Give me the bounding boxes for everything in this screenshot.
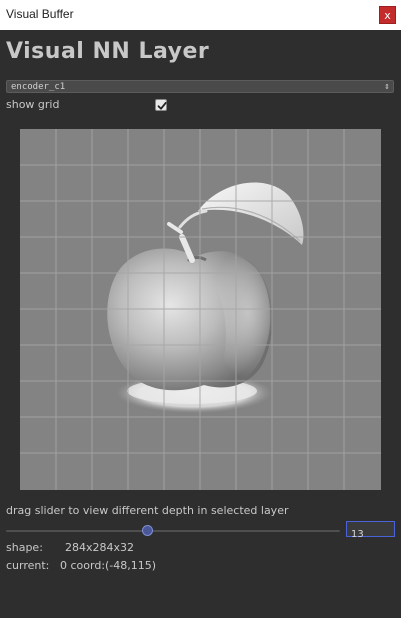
apple-feature-map-image [20, 129, 381, 490]
current-label: current: [6, 559, 50, 572]
slider-track[interactable] [6, 530, 340, 532]
layer-dropdown-value: encoder_c1 [11, 82, 66, 92]
slider-thumb[interactable] [142, 525, 153, 536]
depth-hint-text: drag slider to view different depth in s… [6, 504, 289, 517]
layer-dropdown[interactable]: encoder_c1 ⇕ [6, 80, 394, 93]
feature-map-viewer[interactable] [20, 129, 381, 490]
current-value: 0 coord:(-48,115) [60, 559, 157, 572]
depth-slider[interactable] [6, 524, 340, 538]
page-title: Visual NN Layer [6, 39, 210, 64]
show-grid-checkbox[interactable] [155, 99, 167, 111]
shape-label: shape: [6, 541, 43, 554]
window-title: Visual Buffer [6, 7, 74, 21]
show-grid-label: show grid [6, 98, 60, 111]
depth-number-field[interactable] [346, 521, 395, 542]
title-bar[interactable]: Visual Buffer x [0, 0, 401, 30]
panel-content: Visual NN Layer encoder_c1 ⇕ show grid d… [0, 30, 401, 618]
close-button[interactable]: x [379, 6, 396, 24]
depth-input[interactable] [347, 527, 394, 542]
checkmark-icon [157, 101, 167, 110]
visual-buffer-window: Visual Buffer x Visual NN Layer encoder_… [0, 0, 401, 618]
dropdown-arrows-icon: ⇕ [384, 83, 390, 91]
shape-value: 284x284x32 [65, 541, 135, 554]
